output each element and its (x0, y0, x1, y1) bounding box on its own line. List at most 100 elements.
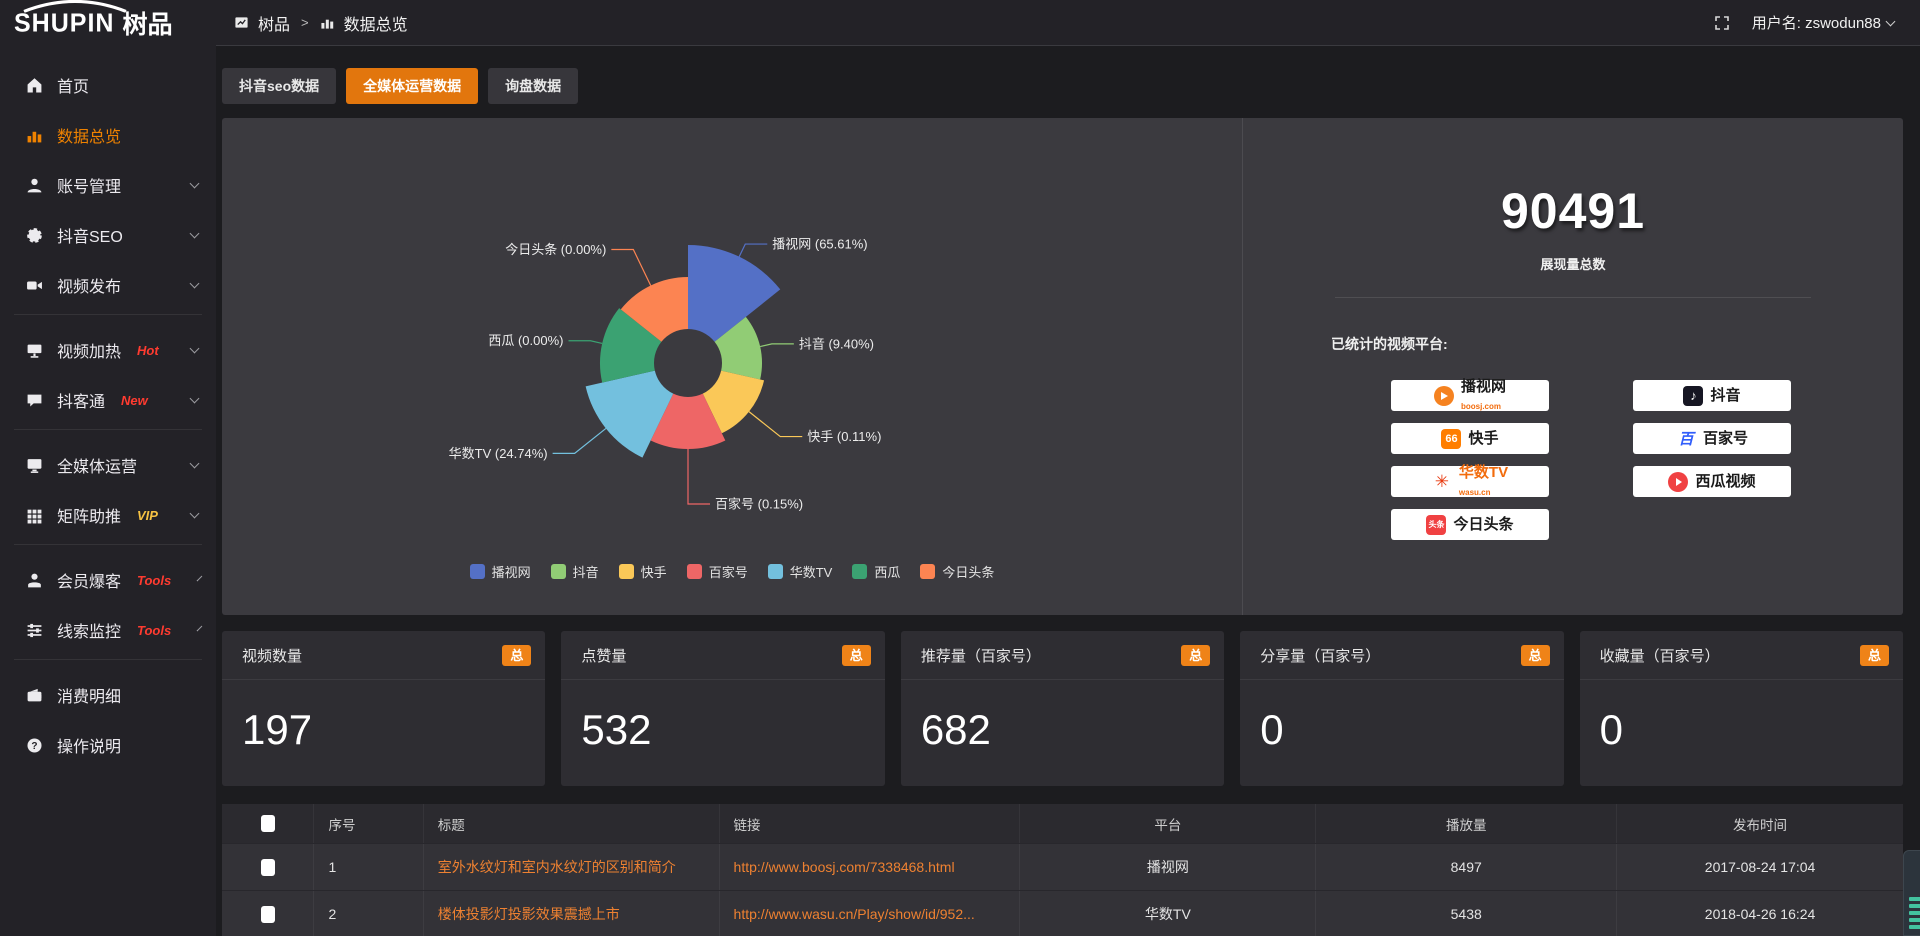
stat-value: 0 (1580, 680, 1903, 754)
svg-text:?: ? (31, 740, 37, 751)
legend-swatch (687, 564, 702, 579)
wasu-logo-icon: ✳ (1432, 472, 1452, 492)
pie-slice-4[interactable] (586, 371, 674, 458)
monitor-icon (26, 342, 43, 359)
brand-logo: SHUPIN 树品 (0, 0, 216, 46)
row-title-link[interactable]: 室外水纹灯和室内水纹灯的区别和简介 (424, 844, 720, 890)
sidebar-item-account-mgmt[interactable]: 账号管理 (0, 164, 216, 206)
boosj-logo-icon (1434, 386, 1454, 406)
breadcrumb-root[interactable]: 树品 (258, 11, 290, 35)
floating-scroll-widget[interactable] (1903, 850, 1920, 936)
stat-cards: 视频数量 总 197 点赞量 总 532 推荐量（百家号） 总 682 分享量（… (222, 631, 1903, 786)
table-row: 2 楼体投影灯投影效果震撼上市 http://www.wasu.cn/Play/… (222, 891, 1903, 936)
total-badge[interactable]: 总 (1181, 645, 1210, 666)
brand-logo-en: SHUPIN (14, 8, 114, 38)
breadcrumb-separator: > (301, 15, 309, 30)
sidebar-item-lead-monitor[interactable]: 线索监控 Tools (0, 609, 216, 651)
douyin-logo-icon: ♪ (1683, 386, 1703, 406)
sidebar-item-douyin-seo[interactable]: 抖音SEO (0, 214, 216, 256)
bar-chart-icon (26, 127, 43, 144)
stat-value: 532 (561, 680, 884, 754)
tab-omnimedia-data[interactable]: 全媒体运营数据 (346, 68, 478, 104)
kuaishou-logo-icon: 66 (1441, 429, 1461, 449)
total-badge[interactable]: 总 (1860, 645, 1889, 666)
pie-label-leader (611, 249, 650, 285)
legend-label: 百家号 (709, 562, 748, 581)
sidebar-item-member-burst[interactable]: 会员爆客 Tools (0, 559, 216, 601)
sidebar-item-omnimedia[interactable]: 全媒体运营 (0, 444, 216, 486)
sidebar-item-home[interactable]: 首页 (0, 64, 216, 106)
stat-card-recommends: 推荐量（百家号） 总 682 (901, 631, 1224, 786)
stat-card-videos: 视频数量 总 197 (222, 631, 545, 786)
chevron-down-icon (190, 179, 200, 189)
legend-label: 西瓜 (874, 562, 900, 581)
chart-panel: 播视网 (65.61%)抖音 (9.40%)快手 (0.11%)百家号 (0.1… (222, 118, 1903, 615)
breadcrumb-current: 数据总览 (344, 11, 408, 35)
summary-panel: 90491 展现量总数 已统计的视频平台: 播视网 boosj.com (1242, 118, 1903, 615)
chevron-down-icon (197, 626, 203, 632)
wallet-icon (26, 687, 43, 704)
row-url-link[interactable]: http://www.wasu.cn/Play/show/id/952... (720, 891, 1021, 936)
video-camera-icon (26, 277, 43, 294)
tab-bar: 抖音seo数据 全媒体运营数据 询盘数据 (222, 68, 1903, 104)
sidebar-item-video-publish[interactable]: 视频发布 (0, 264, 216, 306)
hot-tag: Hot (137, 343, 159, 358)
toutiao-logo-icon: 头条 (1426, 515, 1446, 535)
baijiahao-logo-icon: 百 (1676, 429, 1696, 449)
total-impressions-label: 展现量总数 (1243, 254, 1903, 273)
row-checkbox[interactable] (261, 859, 275, 876)
legend-label: 抖音 (573, 562, 599, 581)
sidebar-item-video-heat[interactable]: 视频加热 Hot (0, 329, 216, 371)
chevron-down-icon (190, 394, 200, 404)
pie-label: 西瓜 (0.00%) (488, 333, 563, 348)
legend-item-1[interactable]: 抖音 (551, 562, 599, 581)
sidebar-item-doukeitong[interactable]: 抖客通 New (0, 379, 216, 421)
pie-label-leader (760, 344, 794, 347)
sidebar-item-help[interactable]: ? 操作说明 (0, 724, 216, 766)
pie-label: 华数TV (24.74%) (449, 446, 548, 461)
sidebar-item-data-overview[interactable]: 数据总览 (0, 114, 216, 156)
total-impressions-value: 90491 (1243, 182, 1903, 240)
total-badge[interactable]: 总 (842, 645, 871, 666)
table-header-row: 序号 标题 链接 平台 播放量 发布时间 (222, 804, 1903, 844)
menu-divider (14, 314, 202, 315)
username-label: 用户名: zswodun88 (1752, 12, 1881, 33)
total-badge[interactable]: 总 (1521, 645, 1550, 666)
tab-inquiry-data[interactable]: 询盘数据 (488, 68, 578, 104)
row-checkbox[interactable] (261, 906, 275, 923)
legend-item-4[interactable]: 华数TV (768, 562, 833, 581)
platforms-label: 已统计的视频平台: (1331, 334, 1903, 354)
total-badge[interactable]: 总 (502, 645, 531, 666)
legend-item-0[interactable]: 播视网 (470, 562, 531, 581)
user-menu[interactable]: 用户名: zswodun88 (1752, 12, 1894, 33)
platform-badge-wasu: ✳ 华数TV wasu.cn (1391, 466, 1549, 497)
legend-item-5[interactable]: 西瓜 (852, 562, 900, 581)
logo-arc (20, 0, 130, 12)
doc-chart-icon (234, 15, 249, 30)
row-url-link[interactable]: http://www.boosj.com/7338468.html (720, 844, 1021, 890)
legend-label: 华数TV (790, 562, 833, 581)
menu-divider (14, 659, 202, 660)
select-all-checkbox[interactable] (261, 815, 275, 832)
tab-douyin-seo-data[interactable]: 抖音seo数据 (222, 68, 336, 104)
sidebar-item-matrix-boost[interactable]: 矩阵助推 VIP (0, 494, 216, 536)
stat-card-shares: 分享量（百家号） 总 0 (1240, 631, 1563, 786)
legend-item-6[interactable]: 今日头条 (920, 562, 994, 581)
row-title-link[interactable]: 楼体投影灯投影效果震撼上市 (424, 891, 720, 936)
legend-swatch (619, 564, 634, 579)
pie-label-leader (569, 341, 603, 344)
platform-badge-douyin: ♪ 抖音 (1633, 380, 1791, 411)
legend-item-2[interactable]: 快手 (619, 562, 667, 581)
tools-tag: Tools (137, 573, 171, 588)
chevron-down-icon (190, 344, 200, 354)
new-tag: New (121, 393, 148, 408)
sidebar-item-spend-details[interactable]: 消费明细 (0, 674, 216, 716)
fullscreen-icon[interactable] (1714, 15, 1730, 31)
chevron-down-icon (190, 459, 200, 469)
legend-item-3[interactable]: 百家号 (687, 562, 748, 581)
legend-label: 今日头条 (942, 562, 994, 581)
menu-divider (14, 544, 202, 545)
platform-badge-kuaishou: 66 快手 (1391, 423, 1549, 454)
pie-label: 播视网 (65.61%) (772, 237, 867, 252)
sidebar-menu: 首页 数据总览 账号管理 抖音SEO (0, 46, 216, 766)
